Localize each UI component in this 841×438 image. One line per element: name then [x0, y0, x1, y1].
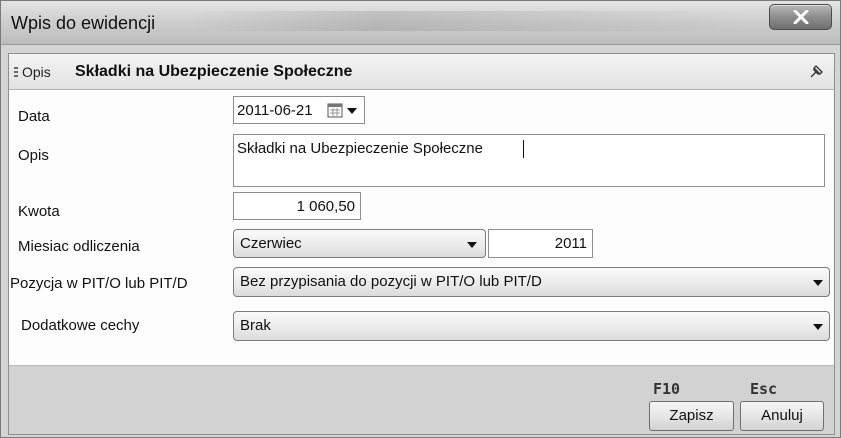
title-bar-background-blur	[191, 11, 751, 31]
text-cursor	[523, 140, 524, 158]
grip-icon	[14, 67, 18, 79]
year-value: 2011	[554, 235, 587, 252]
save-shortcut-hint: F10	[653, 380, 681, 398]
dialog-window: Wpis do ewidencji Opis Składki na Ubezpi…	[0, 0, 841, 438]
calendar-icon[interactable]	[327, 103, 343, 118]
chevron-down-icon	[813, 324, 823, 330]
close-button[interactable]	[769, 4, 832, 30]
year-field[interactable]: 2011	[488, 229, 593, 258]
chevron-down-icon	[813, 280, 823, 286]
month-select-value: Czerwiec	[240, 235, 302, 252]
dialog-content: Opis Składki na Ubezpieczenie Społeczne …	[8, 53, 835, 435]
save-button[interactable]: Zapisz	[649, 401, 734, 431]
close-icon	[793, 10, 809, 24]
amount-field[interactable]: 1 060,50	[233, 192, 361, 220]
amount-label: Kwota	[18, 203, 60, 220]
pit-position-select[interactable]: Bez przypisania do pozycji w PIT/O lub P…	[233, 267, 830, 297]
title-bar[interactable]: Wpis do ewidencji	[1, 1, 840, 45]
amount-value: 1 060,50	[296, 198, 355, 215]
pit-position-value: Bez przypisania do pozycji w PIT/O lub P…	[240, 273, 542, 290]
date-label: Data	[18, 108, 50, 125]
section-label: Opis	[22, 64, 51, 80]
description-field[interactable]: Składki na Ubezpieczenie Społeczne	[233, 134, 825, 187]
additional-features-select[interactable]: Brak	[233, 311, 830, 341]
deduction-month-label: Miesiac odliczenia	[18, 238, 140, 255]
pin-icon[interactable]	[808, 62, 826, 80]
description-label: Opis	[18, 147, 49, 164]
chevron-down-icon	[467, 242, 477, 248]
pit-position-label: Pozycja w PIT/O lub PIT/D	[10, 275, 188, 292]
description-value: Składki na Ubezpieczenie Społeczne	[237, 140, 483, 157]
cancel-button[interactable]: Anuluj	[740, 401, 824, 431]
additional-features-label: Dodatkowe cechy	[21, 317, 140, 334]
section-header: Opis Składki na Ubezpieczenie Społeczne	[9, 54, 834, 90]
dialog-footer: F10 Esc Zapisz Anuluj	[9, 366, 834, 434]
date-value: 2011-06-21	[237, 102, 313, 119]
window-title: Wpis do ewidencji	[11, 13, 156, 33]
date-dropdown-arrow[interactable]	[347, 108, 357, 114]
additional-features-value: Brak	[240, 317, 271, 334]
month-select[interactable]: Czerwiec	[233, 229, 486, 258]
cancel-shortcut-hint: Esc	[750, 380, 778, 398]
section-title: Składki na Ubezpieczenie Społeczne	[75, 63, 353, 80]
date-field[interactable]: 2011-06-21	[233, 96, 365, 124]
